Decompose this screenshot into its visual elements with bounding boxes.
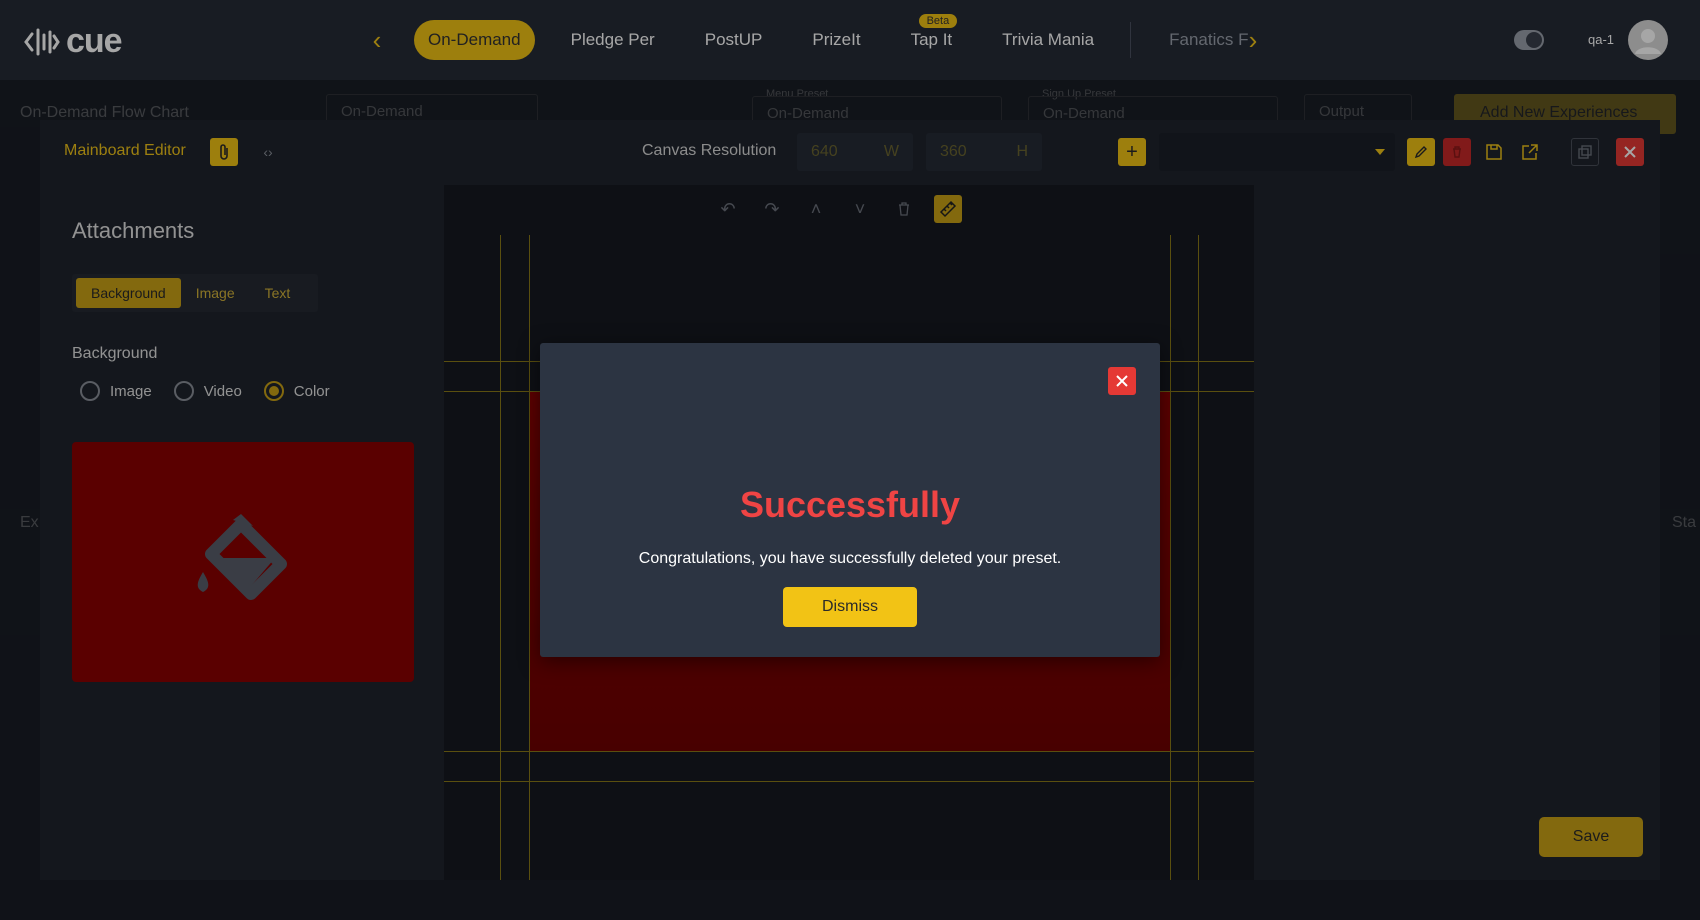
dialog-message: Congratulations, you have successfully d… <box>638 550 1062 567</box>
dialog-title: Successfully <box>739 484 961 525</box>
dismiss-button[interactable]: Dismiss <box>783 587 917 627</box>
close-icon <box>1116 375 1128 387</box>
close-dialog-button[interactable] <box>1108 367 1136 395</box>
success-dialog: Successfully Congratulations, you have s… <box>540 343 1160 657</box>
